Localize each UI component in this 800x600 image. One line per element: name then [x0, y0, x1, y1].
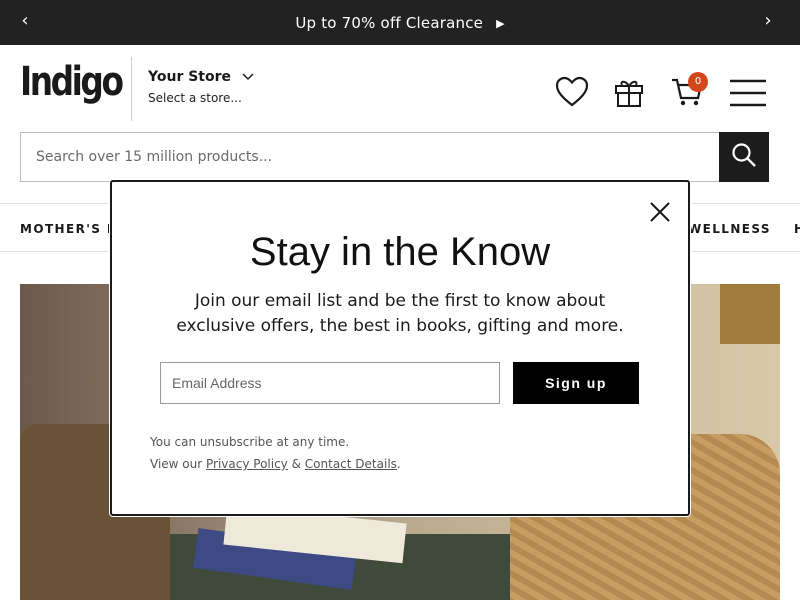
cart-count-badge: 0 — [688, 72, 708, 92]
store-subtitle: Select a store... — [148, 91, 242, 105]
promo-text: Up to 70% off Clearance — [295, 14, 484, 32]
policy-note: View our Privacy Policy & Contact Detail… — [150, 457, 401, 471]
play-icon: ▶ — [496, 17, 505, 30]
nav-item-mothers-day[interactable]: MOTHER'S D — [20, 222, 118, 236]
close-icon[interactable] — [648, 200, 672, 224]
unsubscribe-note: You can unsubscribe at any time. — [150, 435, 350, 449]
view-our-text: View our — [150, 457, 203, 471]
store-selector[interactable]: Your Store Select a store... — [148, 66, 254, 105]
header-divider — [131, 57, 132, 121]
email-field[interactable]: Email Address — [160, 362, 500, 404]
nav-item-next[interactable]: H — [794, 222, 800, 236]
contact-details-link[interactable]: Contact Details — [305, 457, 397, 471]
logo[interactable]: Indigo — [20, 62, 124, 102]
period-text: . — [396, 457, 401, 471]
hamburger-menu-icon[interactable] — [730, 79, 766, 111]
heart-icon[interactable] — [555, 76, 589, 112]
hero-picture-frame — [720, 284, 780, 344]
promo-prev-arrow-icon[interactable]: ‹ — [13, 10, 37, 34]
modal-description-line: exclusive offers, the best in books, gif… — [176, 316, 624, 336]
search-button[interactable] — [719, 132, 769, 182]
modal-description-line: Join our email list and be the first to … — [194, 291, 606, 311]
store-title: Your Store — [148, 69, 232, 85]
promo-next-arrow-icon[interactable]: › — [756, 10, 780, 34]
modal-description: Join our email list and be the first to … — [152, 289, 648, 339]
gift-icon[interactable] — [613, 76, 645, 112]
promo-bar: ‹ Up to 70% off Clearance ▶ › — [0, 0, 800, 45]
ampersand-text: & — [291, 457, 301, 471]
nav-item-wellness[interactable]: WELLNESS — [688, 222, 771, 236]
promo-link[interactable]: Up to 70% off Clearance ▶ — [295, 13, 504, 32]
modal-title: Stay in the Know — [249, 230, 551, 274]
newsletter-modal: Stay in the Know Join our email list and… — [110, 180, 690, 516]
search-icon — [731, 142, 757, 172]
chevron-down-icon — [242, 66, 254, 85]
sign-up-button[interactable]: Sign up — [513, 362, 639, 404]
search-input[interactable]: Search over 15 million products... — [20, 132, 720, 182]
privacy-policy-link[interactable]: Privacy Policy — [206, 457, 288, 471]
